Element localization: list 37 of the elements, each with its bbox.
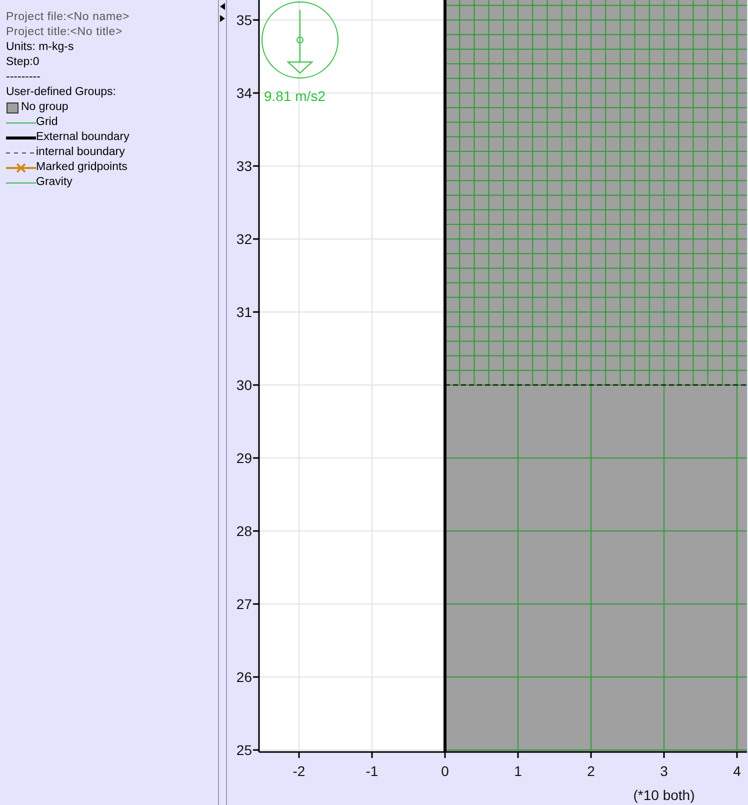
axis-label: 26	[236, 669, 252, 685]
legend-label: External boundary	[36, 130, 130, 145]
info-text: ---------	[6, 70, 42, 85]
axis-label: 34	[236, 85, 252, 101]
axis-label: 4	[733, 763, 741, 779]
legend-label: Marked gridpoints	[36, 160, 128, 175]
info-text: Project file:<No name>	[6, 10, 131, 25]
axis-label: 27	[236, 596, 252, 612]
axis-label: -2	[292, 763, 306, 779]
axis-label: 0	[441, 763, 449, 779]
legend-label: No group	[21, 100, 68, 115]
axis-label: 32	[236, 231, 252, 247]
legend-label: internal boundary	[36, 145, 125, 160]
marked-line-icon	[6, 162, 36, 174]
group-swatch-icon	[6, 102, 19, 114]
axis-label: 1	[514, 763, 522, 779]
collapse-left-icon[interactable]	[220, 3, 225, 10]
axis-label: 2	[587, 763, 595, 779]
axis-label: 28	[236, 523, 252, 539]
axis-label: 33	[236, 158, 252, 174]
info-text: Project title:<No title>	[6, 25, 124, 40]
info-text: Units: m-kg-s	[6, 40, 75, 55]
axis-label: 35	[236, 12, 252, 28]
expand-right-icon[interactable]	[220, 15, 225, 22]
axis-label: -1	[366, 763, 378, 779]
legend-label: Gravity	[36, 175, 72, 190]
gravity-icon	[261, 1, 339, 79]
info-text: Step:0	[6, 55, 40, 70]
axis-label: 29	[236, 450, 252, 466]
axis-scale-note: (*10 both)	[633, 787, 695, 803]
axis-label: 30	[236, 377, 252, 393]
axis-label: 25	[236, 742, 252, 758]
axis-label: 31	[236, 304, 252, 320]
axis-label: 3	[660, 763, 668, 779]
info-text: User-defined Groups:	[6, 85, 117, 100]
gravity-label: 9.81 m/s2	[264, 88, 326, 104]
legend-label: Grid	[36, 115, 58, 130]
